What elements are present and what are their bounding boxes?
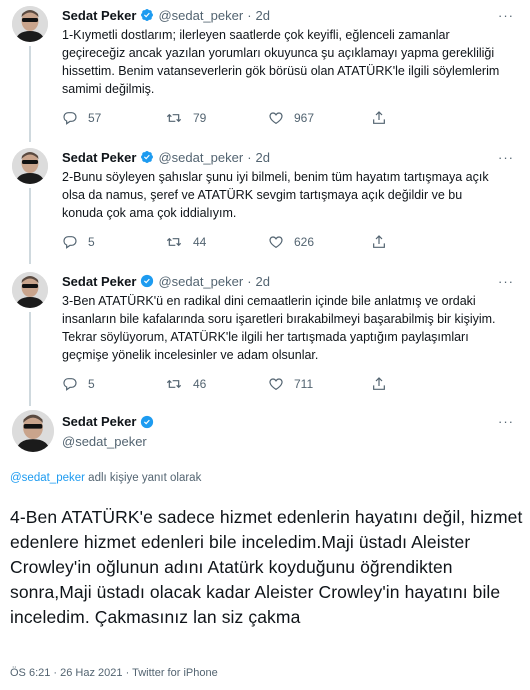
- heart-icon: [269, 112, 283, 125]
- like-count: 626: [294, 235, 315, 249]
- user-handle[interactable]: @sedat_peker: [158, 150, 243, 165]
- replying-to: @sedat_peker adlı kişiye yanıt olarak: [10, 472, 201, 484]
- user-handle[interactable]: @sedat_peker: [62, 434, 147, 449]
- share-icon: [373, 111, 385, 124]
- retweet-count: 44: [193, 235, 207, 249]
- like-button[interactable]: 626: [268, 234, 371, 250]
- share-icon: [373, 377, 385, 390]
- retweet-count: 79: [193, 111, 207, 125]
- user-handle[interactable]: @sedat_peker: [158, 8, 243, 23]
- main-tweet-text: 4-Ben ATATÜRK'e sadece hizmet edenlerin …: [10, 507, 523, 627]
- like-button[interactable]: 711: [268, 376, 371, 392]
- reply-button[interactable]: 5: [62, 376, 165, 392]
- share-button[interactable]: [371, 376, 474, 392]
- reply-count: 5: [88, 235, 95, 249]
- more-options-icon[interactable]: ···: [498, 150, 514, 165]
- tweet-header: Sedat Peker @sedat_peker · 2d: [62, 148, 270, 166]
- avatar[interactable]: [12, 6, 48, 42]
- tweet-text: 3-Ben ATATÜRK'ü en radikal dini cemaatle…: [62, 294, 496, 362]
- reply-mention-link[interactable]: @sedat_peker: [10, 472, 85, 484]
- separator-dot: ·: [247, 149, 252, 165]
- tweet-actions: 5 46 711: [62, 376, 474, 392]
- tweet-source[interactable]: Twitter for iPhone: [132, 667, 218, 679]
- tweet-text: 1-Kıymetli dostlarım; ilerleyen saatlerd…: [62, 28, 500, 96]
- thread-connector: [29, 312, 31, 406]
- reply-icon: [63, 112, 77, 125]
- heart-icon: [269, 378, 283, 391]
- retweet-button[interactable]: 44: [165, 234, 268, 250]
- display-name[interactable]: Sedat Peker: [62, 274, 136, 289]
- reply-count: 57: [88, 111, 102, 125]
- more-options-icon[interactable]: ···: [498, 8, 514, 23]
- reply-suffix: adlı kişiye yanıt olarak: [84, 472, 202, 484]
- tweet-date[interactable]: 26 Haz 2021: [60, 667, 122, 679]
- separator-dot: ·: [247, 7, 252, 23]
- like-count: 711: [294, 377, 314, 391]
- user-handle[interactable]: @sedat_peker: [158, 274, 243, 289]
- reply-button[interactable]: 57: [62, 110, 165, 126]
- timestamp[interactable]: 2d: [256, 274, 270, 289]
- tweet-actions: 5 44 626: [62, 234, 474, 250]
- display-name[interactable]: Sedat Peker: [62, 414, 136, 429]
- avatar[interactable]: [12, 148, 48, 184]
- share-button[interactable]: [371, 234, 474, 250]
- tweet-header: Sedat Peker @sedat_peker · 2d: [62, 272, 270, 290]
- tweet-text: 2-Bunu söyleyen şahıslar şunu iyi bilmel…: [62, 170, 489, 220]
- heart-icon: [269, 236, 283, 249]
- meta-separator: ·: [50, 667, 61, 679]
- timestamp[interactable]: 2d: [256, 8, 270, 23]
- more-options-icon[interactable]: ···: [498, 274, 514, 289]
- retweet-icon: [166, 379, 182, 389]
- like-count: 967: [294, 111, 315, 125]
- verified-badge-icon: [140, 150, 154, 164]
- tweet-header: Sedat Peker @sedat_peker · 2d: [62, 6, 270, 24]
- tweet-meta: ÖS 6:21 · 26 Haz 2021 · Twitter for iPho…: [10, 667, 218, 679]
- thread-connector: [29, 46, 31, 142]
- avatar[interactable]: [12, 272, 48, 308]
- retweet-button[interactable]: 79: [165, 110, 268, 126]
- avatar[interactable]: [12, 410, 54, 452]
- separator-dot: ·: [247, 273, 252, 289]
- display-name[interactable]: Sedat Peker: [62, 150, 136, 165]
- reply-button[interactable]: 5: [62, 234, 165, 250]
- reply-icon: [63, 378, 77, 391]
- more-options-icon[interactable]: ···: [498, 414, 514, 429]
- display-name[interactable]: Sedat Peker: [62, 8, 136, 23]
- meta-separator: ·: [122, 667, 133, 679]
- verified-badge-icon: [140, 274, 154, 288]
- share-button[interactable]: [371, 110, 474, 126]
- tweet-time[interactable]: ÖS 6:21: [10, 667, 50, 679]
- retweet-icon: [166, 237, 182, 247]
- retweet-button[interactable]: 46: [165, 376, 268, 392]
- reply-count: 5: [88, 377, 95, 391]
- retweet-count: 46: [193, 377, 207, 391]
- tweet-actions: 57 79 967: [62, 110, 474, 126]
- thread-connector: [29, 188, 31, 264]
- like-button[interactable]: 967: [268, 110, 371, 126]
- reply-icon: [63, 236, 77, 249]
- timestamp[interactable]: 2d: [256, 150, 270, 165]
- display-name-row: Sedat Peker: [62, 414, 158, 429]
- verified-badge-icon: [140, 415, 154, 429]
- retweet-icon: [166, 113, 182, 123]
- verified-badge-icon: [140, 8, 154, 22]
- share-icon: [373, 235, 385, 248]
